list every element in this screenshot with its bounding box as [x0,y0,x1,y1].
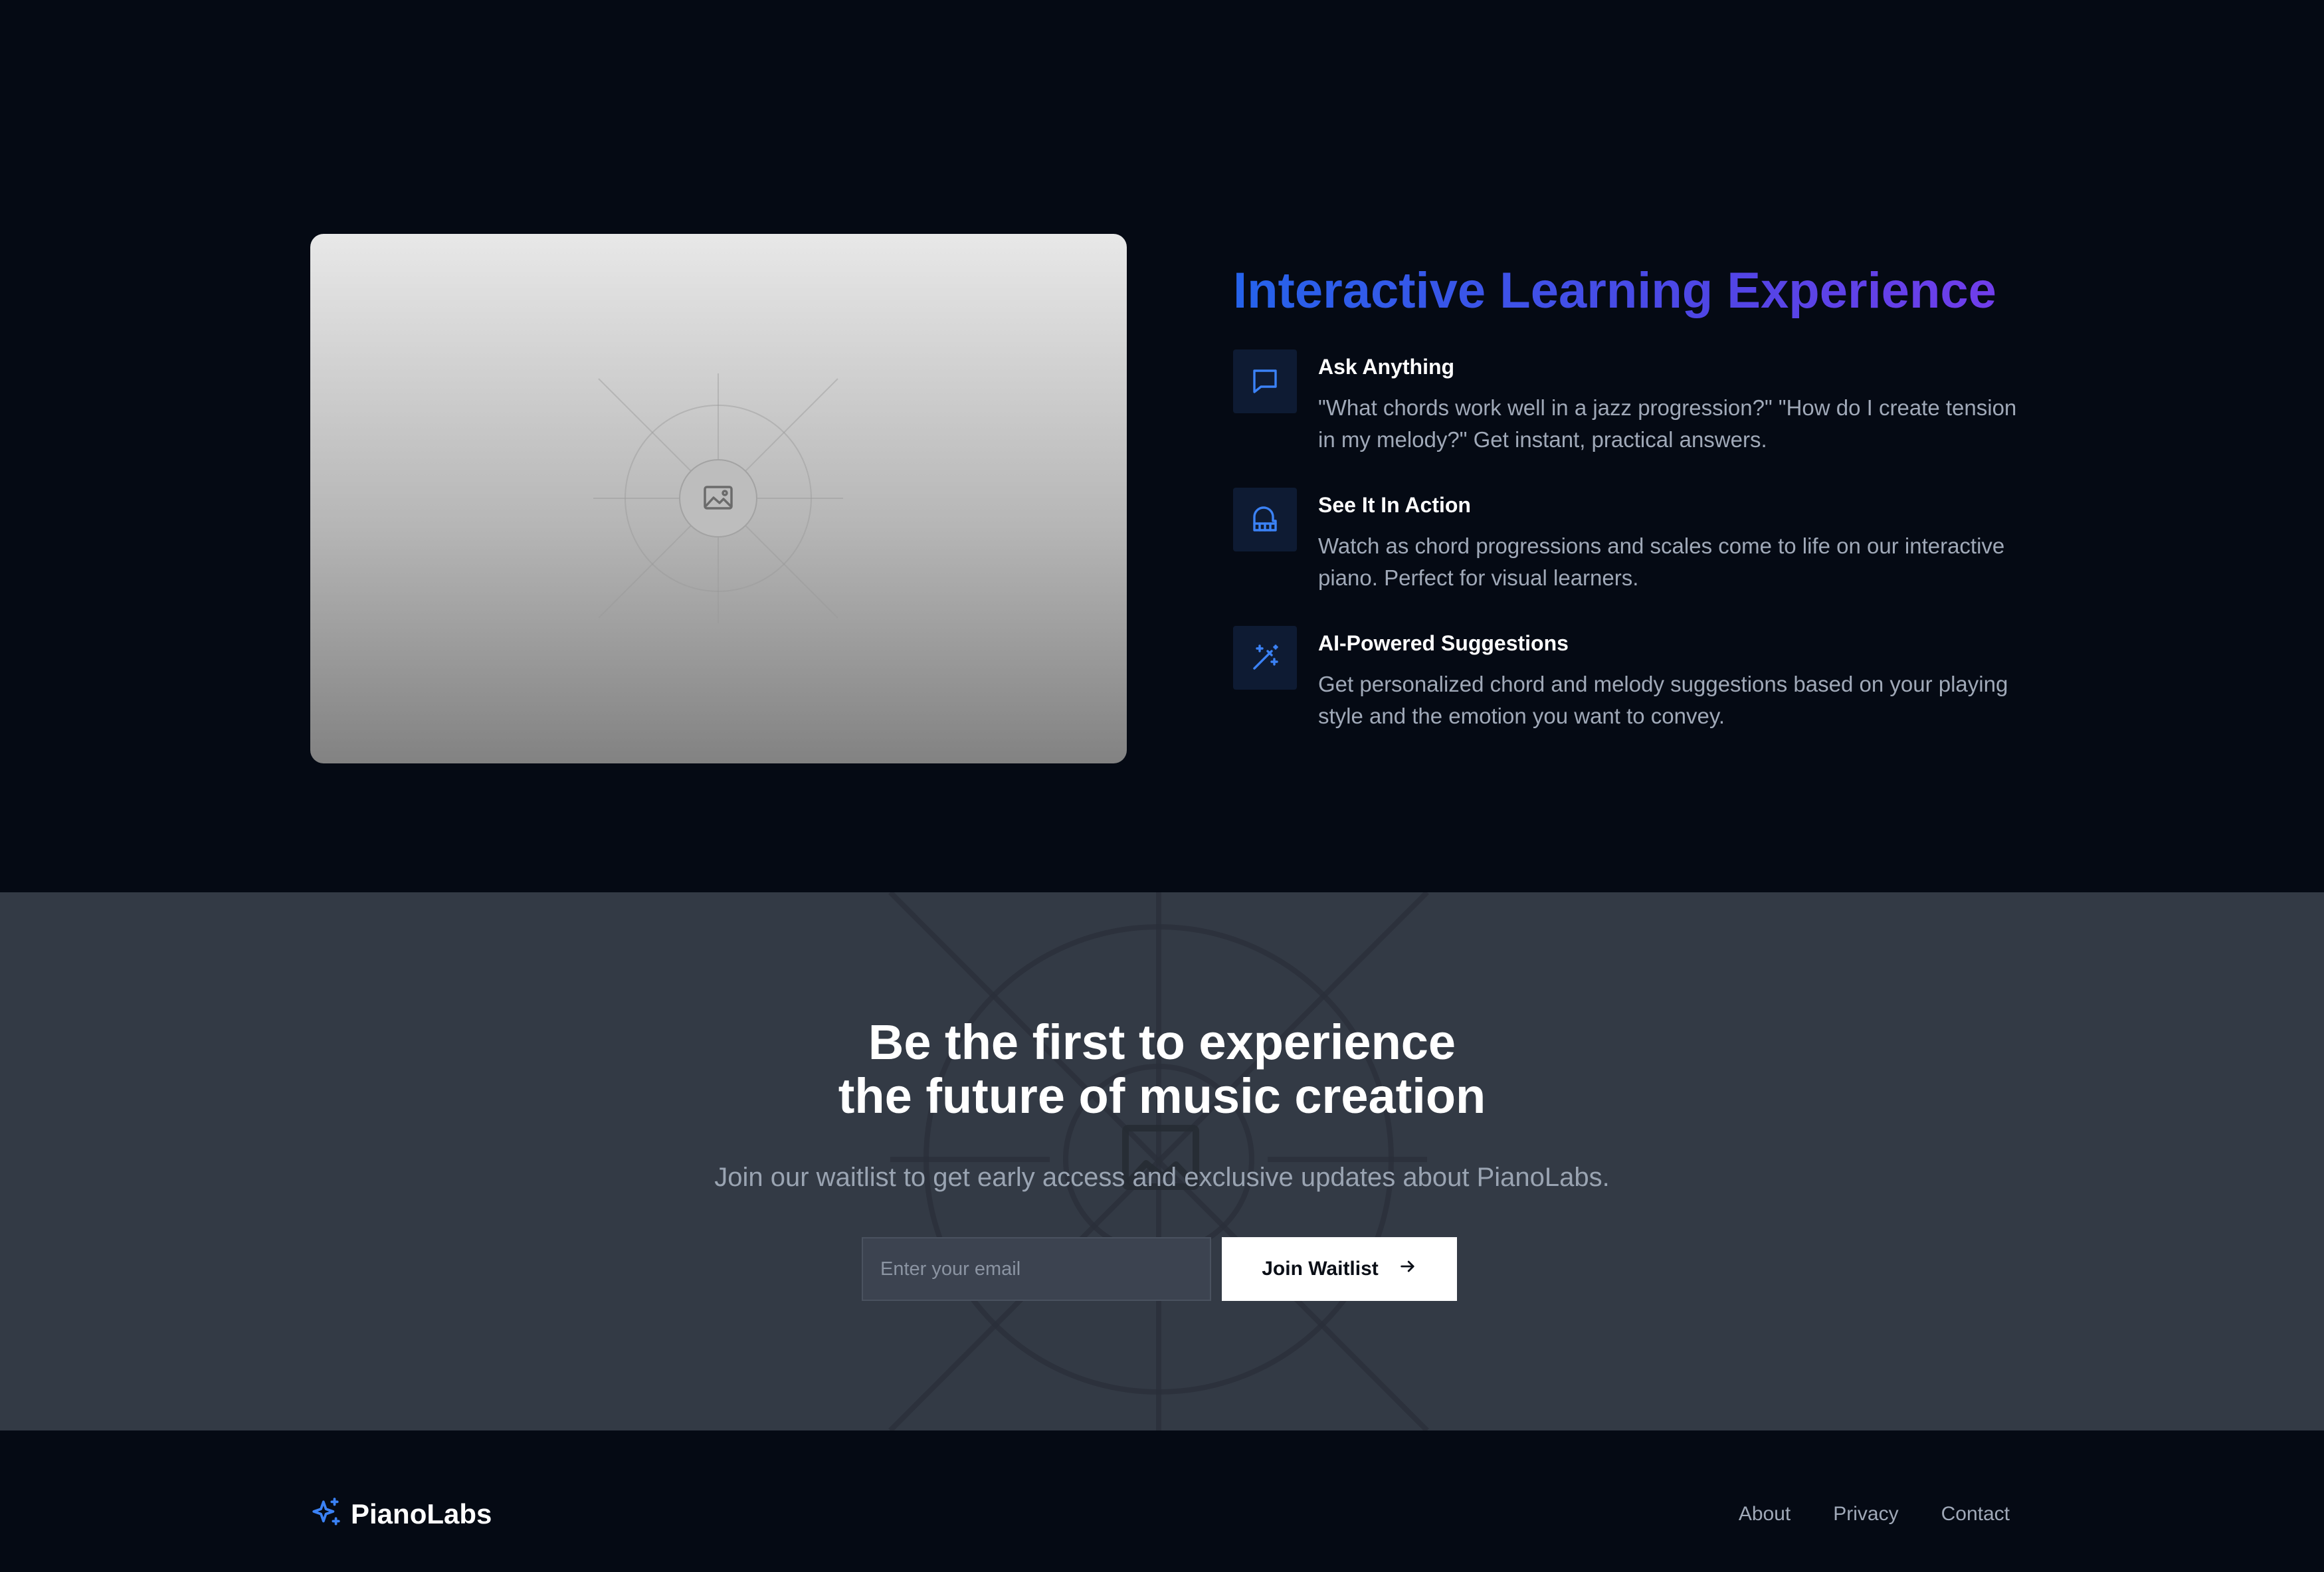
chat-bubble-icon [1233,349,1297,413]
magic-wand-icon [1233,626,1297,690]
feature-description-ai-suggestions: Get personalized chord and melody sugges… [1318,672,2008,728]
arrow-right-icon [1399,1257,1417,1281]
brand-name: PianoLabs [351,1498,492,1529]
join-waitlist-label: Join Waitlist [1262,1258,1379,1280]
waitlist-section: Be the first to experience the future of… [0,892,2324,1430]
sparkle-icon [310,1496,343,1533]
waitlist-title: Be the first to experience the future of… [0,1015,2324,1123]
piano-icon [1233,488,1297,551]
footer: PianoLabs About Privacy Contact [0,1430,2324,1572]
features-title: Interactive Learning Experience [1233,256,2097,326]
feature-title-see-it-in-action: See It In Action [1318,493,1471,517]
email-input[interactable] [862,1237,1211,1301]
feature-description-ask-anything: "What chords work well in a jazz progres… [1318,395,2017,452]
waitlist-subtitle: Join our waitlist to get early access an… [714,1163,1610,1192]
brand-logo[interactable]: PianoLabs [310,1496,492,1533]
feature-item-ask-anything: Ask Anything "What chords work well in a… [1233,349,2030,476]
feature-description-see-it-in-action: Watch as chord progressions and scales c… [1318,534,2005,590]
feature-title-ask-anything: Ask Anything [1318,355,1455,379]
waitlist-title-line-2: the future of music creation [838,1068,1486,1124]
join-waitlist-button[interactable]: Join Waitlist [1222,1237,1457,1301]
feature-item-ai-suggestions: AI-Powered Suggestions Get personalized … [1233,626,2030,752]
footer-nav: About Privacy Contact [1739,1498,2010,1530]
feature-image-placeholder [310,234,1127,763]
image-placeholder-graphic [593,373,843,623]
footer-link-about[interactable]: About [1739,1503,1791,1525]
footer-link-contact[interactable]: Contact [1941,1503,2010,1525]
landing-page: Interactive Learning Experience Ask Anyt… [0,0,2324,1572]
feature-item-see-it-in-action: See It In Action Watch as chord progress… [1233,488,2030,614]
feature-title-ai-suggestions: AI-Powered Suggestions [1318,631,1569,655]
footer-link-privacy[interactable]: Privacy [1833,1503,1898,1525]
waitlist-title-line-1: Be the first to experience [868,1015,1456,1070]
features-section: Interactive Learning Experience Ask Anyt… [0,0,2324,892]
